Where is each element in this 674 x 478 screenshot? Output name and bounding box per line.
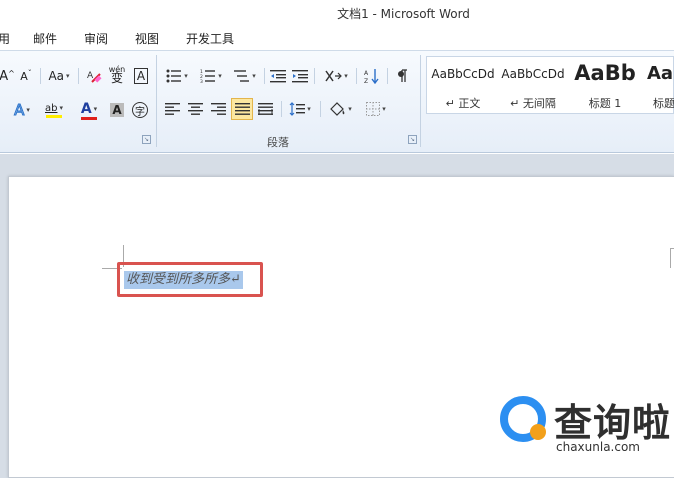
font-dialog-launcher[interactable]: ↘ [142,135,151,144]
shrink-font-button[interactable]: Aˇ [17,65,35,87]
logo-dot-icon [530,424,546,440]
phonetic-guide-button[interactable]: wén 变 [107,63,127,85]
distributed-icon [257,103,273,115]
style-name: 标题 [653,97,674,110]
distributed-button[interactable] [255,98,275,120]
font-color-bar [81,116,97,120]
separator [40,68,41,84]
paragraph-mark-icon [398,69,407,82]
grow-font-button[interactable]: A ^ [0,65,16,87]
highlight-color-button[interactable]: ab ▾ [38,99,70,121]
bullets-button[interactable]: ▾ [162,65,192,87]
separator [320,101,321,117]
multilevel-list-button[interactable]: ▾ [230,65,260,87]
tab-review[interactable]: 审阅 [84,30,108,47]
separator [281,101,282,117]
svg-text:3: 3 [200,79,203,83]
decrease-indent-button[interactable] [268,65,288,87]
style-preview: AaB [647,63,674,84]
paint-bucket-icon [330,102,345,116]
separator [387,68,388,84]
shading-button[interactable]: ▾ [325,98,355,120]
style-title[interactable]: AaB 标题 [643,57,674,113]
increase-indent-icon [292,70,308,83]
line-spacing-icon [289,102,306,116]
tab-reference-partial[interactable]: 用 [0,30,10,47]
numbering-icon: 123 [200,69,216,83]
paragraph-dialog-launcher[interactable]: ↘ [408,135,417,144]
style-normal[interactable]: AaBbCcDd ↵ 正文 [429,57,497,113]
align-right-button[interactable] [208,98,228,120]
sort-button[interactable]: AZ [361,65,383,87]
watermark: 查询啦 chaxunla.com [500,392,674,458]
numbering-button[interactable]: 1 2 3 ▾ [196,65,226,87]
chinese-layout-icon [325,70,343,82]
justify-button[interactable] [231,98,253,120]
show-marks-button[interactable] [393,65,413,87]
borders-button[interactable]: ▾ [361,98,391,120]
tab-mailings[interactable]: 邮件 [33,30,57,47]
group-separator [420,55,421,147]
style-name: ↵ 正文 [445,97,481,110]
watermark-url: chaxunla.com [556,440,640,454]
align-left-icon [164,103,180,115]
clear-format-icon[interactable]: A [84,65,104,87]
styles-gallery: AaBbCcDd ↵ 正文 AaBbCcDd ↵ 无间隔 AaBb 标题 1 A… [426,56,674,114]
style-name: ↵ 无间隔 [510,97,556,110]
paragraph-group-label: 段落 [267,136,289,149]
borders-icon [366,102,381,116]
character-border-button[interactable]: A [131,65,151,87]
align-center-icon [187,103,203,115]
text-effects-button[interactable]: A ▾ [8,99,36,121]
crop-mark [670,248,674,268]
highlight-color-bar [46,114,62,118]
style-no-spacing[interactable]: AaBbCcDd ↵ 无间隔 [499,57,567,113]
style-preview: AaBbCcDd [431,67,495,81]
window-title: 文档1 - Microsoft Word [337,7,470,21]
multilevel-list-icon [234,70,250,82]
sort-icon: AZ [364,69,379,84]
justify-icon [234,103,250,115]
watermark-name: 查询啦 [554,401,672,445]
enclose-characters-button[interactable]: 字 [130,99,150,121]
align-center-button[interactable] [185,98,205,120]
line-spacing-button[interactable]: ▾ [286,98,314,120]
style-preview: AaBb [574,61,636,85]
separator [78,68,79,84]
align-left-button[interactable] [162,98,182,120]
highlight-annotation-box [117,262,263,297]
svg-text:A: A [364,70,369,77]
character-shading-button[interactable]: A [108,99,126,121]
title-bar: 文档1 - Microsoft Word [0,0,674,26]
svg-text:A: A [87,71,94,81]
ribbon-tabs: 用 邮件 审阅 视图 开发工具 [0,26,674,50]
separator [314,68,315,84]
tab-view[interactable]: 视图 [135,30,159,47]
tab-developer[interactable]: 开发工具 [186,30,234,47]
group-separator [156,55,157,147]
style-heading-1[interactable]: AaBb 标题 1 [571,57,639,113]
decrease-indent-icon [270,70,286,83]
chinese-layout-button[interactable]: ▾ [320,65,352,87]
separator [356,68,357,84]
svg-text:Z: Z [364,78,368,84]
increase-indent-button[interactable] [290,65,310,87]
font-color-button[interactable]: A ▾ [74,99,104,121]
align-right-icon [210,103,226,115]
separator [264,68,265,84]
bullets-icon [166,69,182,83]
style-preview: AaBbCcDd [501,67,565,81]
change-case-button[interactable]: Aa ▾ [45,65,73,87]
style-name: 标题 1 [588,97,622,110]
